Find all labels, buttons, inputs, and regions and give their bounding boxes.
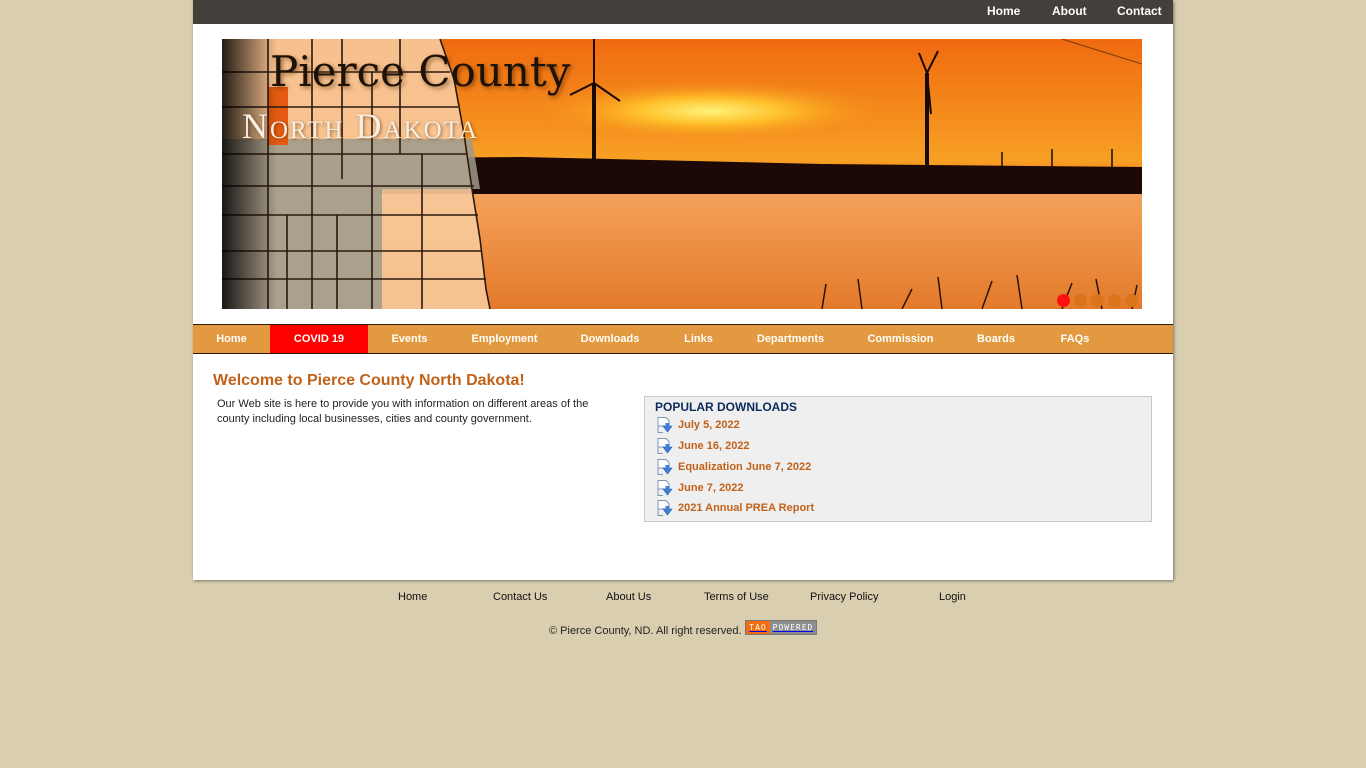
page-title: Welcome to Pierce County North Dakota! — [213, 372, 525, 389]
document-download-icon — [657, 417, 673, 433]
topnav-about-link[interactable]: About — [1052, 0, 1087, 22]
download-item[interactable]: July 5, 2022 — [657, 416, 740, 434]
tao-badge-right: POWERED — [770, 621, 816, 634]
footer-login-link[interactable]: Login — [939, 591, 966, 603]
nav-events[interactable]: Events — [368, 325, 451, 353]
slide-dot-4[interactable] — [1108, 294, 1121, 307]
banner-slideshow: Pierce County North Dakota — [222, 39, 1142, 309]
banner-subtitle: North Dakota — [242, 106, 480, 146]
nav-boards[interactable]: Boards — [955, 325, 1037, 353]
nav-links[interactable]: Links — [662, 325, 735, 353]
slide-dot-5[interactable] — [1125, 294, 1138, 307]
footer-terms-link[interactable]: Terms of Use — [704, 591, 769, 603]
slide-dot-1[interactable] — [1057, 294, 1070, 307]
slide-indicators — [1057, 294, 1138, 307]
document-download-icon — [657, 438, 673, 454]
nav-downloads[interactable]: Downloads — [558, 325, 662, 353]
nav-commission[interactable]: Commission — [846, 325, 955, 353]
download-item[interactable]: June 7, 2022 — [657, 479, 743, 497]
download-item[interactable]: 2021 Annual PREA Report — [657, 499, 814, 517]
intro-text: Our Web site is here to provide you with… — [217, 398, 589, 425]
footer-contact-us-link[interactable]: Contact Us — [493, 591, 547, 603]
document-download-icon — [657, 480, 673, 496]
popular-downloads-panel: POPULAR DOWNLOADS July 5, 2022 June 16, … — [644, 396, 1152, 522]
nav-covid-19[interactable]: COVID 19 — [270, 325, 368, 353]
nav-faqs[interactable]: FAQs — [1037, 325, 1113, 353]
banner-title: Pierce County — [270, 47, 571, 96]
slide-dot-2[interactable] — [1074, 294, 1087, 307]
copyright-text: © Pierce County, ND. All right reserved. — [549, 625, 742, 637]
download-link[interactable]: June 7, 2022 — [678, 482, 743, 494]
top-navigation: Home About Contact — [193, 0, 1173, 24]
nav-employment[interactable]: Employment — [451, 325, 558, 353]
download-link[interactable]: Equalization June 7, 2022 — [678, 461, 811, 473]
download-link[interactable]: June 16, 2022 — [678, 440, 750, 452]
document-download-icon — [657, 500, 673, 516]
download-item[interactable]: Equalization June 7, 2022 — [657, 458, 811, 476]
download-item[interactable]: June 16, 2022 — [657, 437, 750, 455]
popular-downloads-heading: POPULAR DOWNLOADS — [655, 400, 797, 414]
footer-home-link[interactable]: Home — [398, 591, 427, 603]
download-link[interactable]: 2021 Annual PREA Report — [678, 502, 814, 514]
slide-dot-3[interactable] — [1091, 294, 1104, 307]
topnav-contact-link[interactable]: Contact — [1117, 0, 1162, 22]
footer-about-us-link[interactable]: About Us — [606, 591, 651, 603]
page-container: Home About Contact Pierce County North D… — [193, 0, 1173, 580]
footer-privacy-link[interactable]: Privacy Policy — [810, 591, 878, 603]
download-link[interactable]: July 5, 2022 — [678, 419, 740, 431]
main-navigation: Home COVID 19 Events Employment Download… — [193, 324, 1173, 354]
nav-departments[interactable]: Departments — [735, 325, 846, 353]
tao-badge-left: TAO — [746, 621, 770, 634]
topnav-home-link[interactable]: Home — [987, 0, 1020, 22]
document-download-icon — [657, 459, 673, 475]
tao-powered-badge[interactable]: TAO POWERED — [745, 620, 817, 635]
nav-home[interactable]: Home — [193, 325, 270, 353]
